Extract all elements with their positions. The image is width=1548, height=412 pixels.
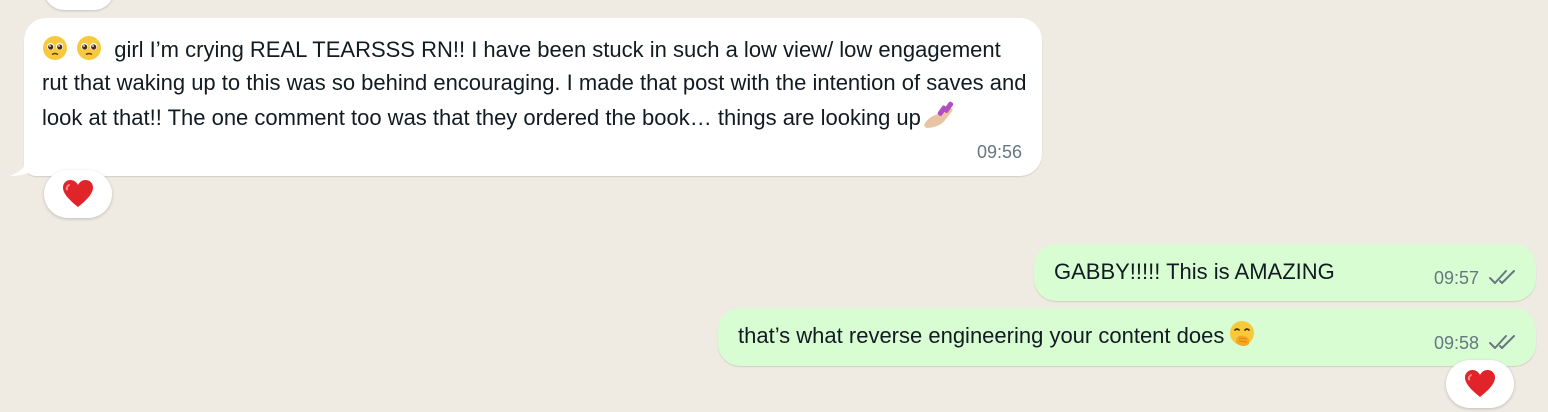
message-reaction[interactable]: [44, 170, 112, 218]
bubble-tail: [10, 136, 36, 176]
double-check-icon: [1489, 335, 1515, 349]
red-heart-icon: [63, 180, 93, 207]
double-check-icon: [1489, 270, 1515, 284]
nail-polish-icon: [923, 101, 954, 128]
pleading-face-icon: [43, 36, 67, 60]
pleading-face-icon: [77, 36, 101, 60]
face-with-hand-over-mouth-icon: [1230, 321, 1255, 347]
red-heart-icon: [1465, 370, 1495, 397]
message-text-block: that’s what reverse engineering your con…: [738, 320, 1256, 353]
message-text: GABBY!!!!! This is AMAZING: [1054, 259, 1335, 284]
outgoing-message[interactable]: GABBY!!!!! This is AMAZING 09:57: [1034, 244, 1536, 301]
message-time: 09:58: [1433, 333, 1479, 353]
outgoing-message[interactable]: that’s what reverse engineering your con…: [718, 308, 1536, 366]
previous-message-reaction[interactable]: [44, 0, 114, 10]
message-text-block: girl I’m crying REAL TEARSSS RN!! I have…: [42, 34, 1032, 135]
message-text: girl I’m crying REAL TEARSSS RN!! I have…: [42, 37, 1027, 130]
incoming-message[interactable]: girl I’m crying REAL TEARSSS RN!! I have…: [10, 18, 1042, 176]
message-time: 09:57: [1433, 268, 1479, 288]
message-reaction[interactable]: [1446, 360, 1514, 408]
message-text: that’s what reverse engineering your con…: [738, 323, 1225, 348]
message-time: 09:56: [976, 142, 1022, 162]
